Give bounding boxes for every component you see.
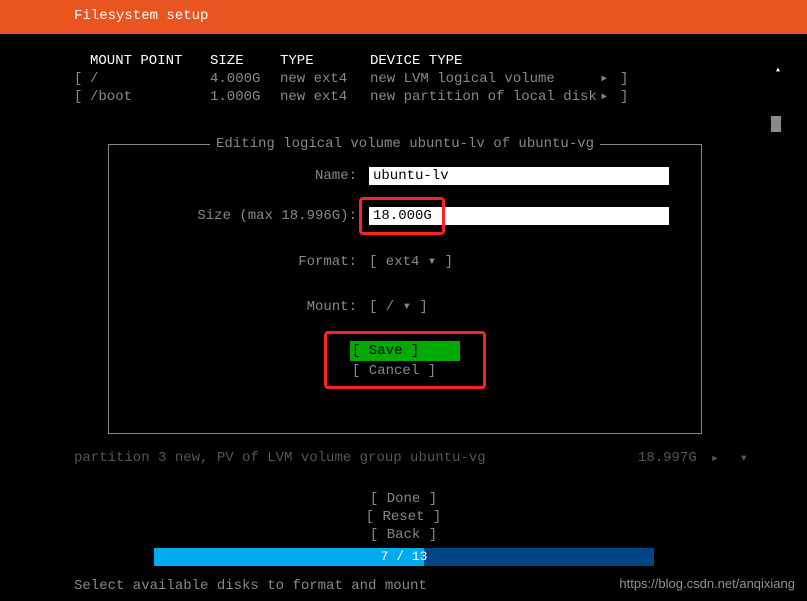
partition-row[interactable]: partition 3 new, PV of LVM volume group … xyxy=(74,450,754,467)
col-type-header: TYPE xyxy=(280,52,370,70)
title-bar: Filesystem setup xyxy=(0,0,807,34)
table-row[interactable]: [ / 4.000G new ext4 new LVM logical volu… xyxy=(0,70,807,88)
reset-button[interactable]: [ Reset ] xyxy=(0,508,807,526)
mount-select[interactable]: [ / ▾ ] xyxy=(369,298,549,315)
size-input[interactable]: 18.000G xyxy=(369,207,669,225)
col-mount-header: MOUNT POINT xyxy=(90,52,210,70)
mount-label: Mount: xyxy=(109,299,369,315)
name-input[interactable]: ubuntu-lv xyxy=(369,167,669,185)
progress-bar: 7 / 13 xyxy=(154,548,654,566)
name-label: Name: xyxy=(109,168,369,184)
page-title: Filesystem setup xyxy=(74,8,208,24)
col-devtype-header: DEVICE TYPE xyxy=(370,52,600,70)
done-button[interactable]: [ Done ] xyxy=(0,490,807,508)
format-select[interactable]: [ ext4 ▾ ] xyxy=(369,253,549,270)
cancel-button[interactable]: [ Cancel ] xyxy=(350,361,460,381)
scroll-up-icon[interactable]: ▴ xyxy=(775,64,781,76)
chevron-right-icon: ▸ xyxy=(600,70,620,88)
save-button[interactable]: [ Save ] xyxy=(350,341,460,361)
watermark: https://blog.csdn.net/anqixiang xyxy=(619,576,795,591)
scrollbar[interactable] xyxy=(771,116,781,132)
table-header: MOUNT POINT SIZE TYPE DEVICE TYPE xyxy=(0,52,807,70)
size-label: Size (max 18.996G): xyxy=(109,208,369,224)
hint-text: Select available disks to format and mou… xyxy=(74,578,427,594)
chevron-icons: ▸ ▾ xyxy=(711,450,754,467)
footer-buttons: [ Done ] [ Reset ] [ Back ] xyxy=(0,490,807,544)
chevron-right-icon: ▸ xyxy=(600,88,620,106)
edit-volume-dialog: Editing logical volume ubuntu-lv of ubun… xyxy=(108,144,702,434)
progress-text: 7 / 13 xyxy=(154,548,654,566)
dialog-title: Editing logical volume ubuntu-lv of ubun… xyxy=(210,136,600,152)
col-size-header: SIZE xyxy=(210,52,280,70)
back-button[interactable]: [ Back ] xyxy=(0,526,807,544)
table-row[interactable]: [ /boot 1.000G new ext4 new partition of… xyxy=(0,88,807,106)
format-label: Format: xyxy=(109,254,369,270)
